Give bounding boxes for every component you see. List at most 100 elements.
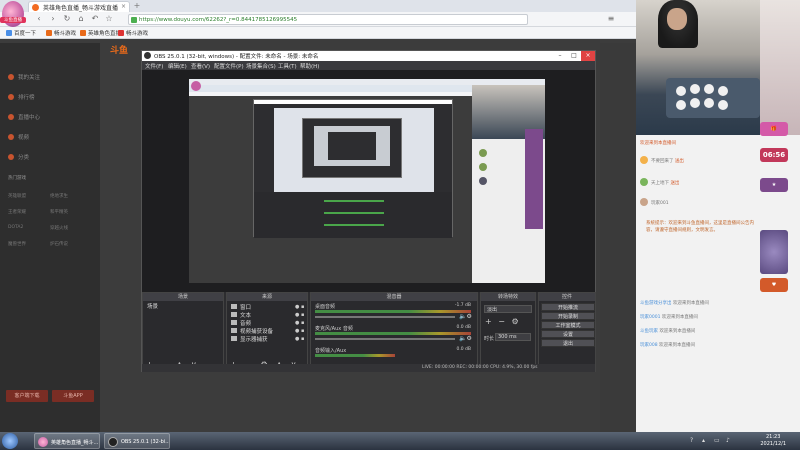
site-logo[interactable]: 斗鱼 [110, 43, 138, 56]
sidebar-item-rank[interactable]: 排行榜 [8, 93, 35, 101]
sidebar-game[interactable]: DOTA2 [8, 225, 23, 230]
chat-user-row[interactable]: 玩家001 [640, 198, 669, 206]
sidebar-game[interactable]: 王者荣耀 [8, 209, 26, 215]
user-avatar [640, 198, 648, 206]
obs-preview[interactable] [142, 70, 595, 292]
menu-help[interactable]: 帮助(H) [300, 62, 319, 70]
home-icon[interactable]: ⌂ [76, 14, 86, 24]
bookmark-item[interactable]: 英雄角色直播 [80, 29, 121, 37]
gift-shield-icon[interactable] [760, 230, 788, 274]
webcam-side [760, 0, 800, 135]
secure-lock-icon [131, 17, 137, 23]
gift-badge[interactable]: ♥ [760, 278, 788, 292]
scene-item[interactable]: 场景 [147, 302, 158, 310]
menu-tools[interactable]: 工具(T) [278, 62, 297, 70]
chat-message: 玩家0001 欢迎来到本直播间 [640, 315, 698, 320]
user-avatar [640, 178, 648, 186]
obs-title-text: OBS 25.0.1 (32-bit, windows) - 配置文件: 未命名… [154, 54, 319, 60]
sidebar-game[interactable]: 穿越火线 [50, 225, 68, 231]
obs-menubar: 文件(F) 编辑(E) 查看(V) 配置文件(P) 场景集合(S) 工具(T) … [142, 61, 595, 70]
maximize-icon[interactable]: □ [567, 51, 581, 61]
speaker-icon[interactable]: 🔈⚙ [459, 335, 472, 342]
source-item[interactable]: 音频 [231, 319, 251, 327]
sidebar-item-category[interactable]: 分类 [8, 153, 29, 161]
transition-add-remove[interactable]: + − ⚙ [485, 317, 521, 326]
app-download-button[interactable]: 斗鱼APP [52, 390, 94, 402]
audio-meter [315, 332, 471, 335]
scenes-header: 场景 [143, 293, 223, 301]
back-icon[interactable]: ‹ [34, 14, 44, 24]
menu-scene-collection[interactable]: 场景集合(S) [246, 62, 276, 70]
bookmark-item[interactable]: 百度一下 [6, 29, 36, 37]
menu-view[interactable]: 查看(V) [191, 62, 210, 70]
sidebar-game[interactable]: 绝地求生 [50, 193, 68, 199]
minimize-icon[interactable]: – [553, 51, 567, 61]
taskbar-app-obs[interactable]: OBS 25.0.1 (32-bi... [104, 433, 170, 449]
start-button[interactable] [2, 433, 18, 449]
forward-icon[interactable]: › [48, 14, 58, 24]
source-item[interactable]: 显示器捕获 [231, 335, 268, 343]
settings-button[interactable]: 设置 [541, 330, 595, 338]
network-icon[interactable]: ▭ [714, 437, 721, 444]
start-streaming-button[interactable]: 开始推流 [541, 303, 595, 311]
undo-icon[interactable]: ↶ [90, 14, 100, 24]
star-icon[interactable]: ☆ [104, 14, 114, 24]
browser-tab[interactable]: 英雄角色直播_畅斗游戏直播 × [28, 1, 130, 12]
new-tab-button[interactable]: + [132, 1, 142, 11]
sidebar-game[interactable]: 英雄联盟 [8, 193, 26, 199]
source-item[interactable]: 文本 [231, 311, 251, 319]
duration-label: 时长 [484, 336, 495, 342]
sources-header: 来源 [227, 293, 307, 301]
bookmark-item[interactable]: 畅斗游戏 [118, 29, 148, 37]
arrow-up-icon[interactable]: ▴ [702, 437, 709, 444]
controls-dock: 控件 开始推流 开始录制 工作室模式 设置 退出 [538, 292, 596, 372]
sidebar-game[interactable]: 炉石传说 [50, 241, 68, 247]
close-tab-icon[interactable]: × [121, 3, 126, 10]
studio-mode-button[interactable]: 工作室模式 [541, 321, 595, 329]
transition-select[interactable]: 淡出 [484, 305, 532, 313]
speaker-icon[interactable]: 🔈⚙ [459, 313, 472, 320]
client-download-button[interactable]: 客户端下载 [6, 390, 48, 402]
preview-canvas [189, 79, 545, 283]
chat-user-row[interactable]: 天上地下 送出 [640, 178, 679, 186]
chat-user-row[interactable]: 不要回来了 送出 [640, 156, 684, 164]
bookmark-item[interactable]: 畅斗游戏 [46, 29, 76, 37]
chat-message: 斗鱼游戏分享出 欢迎来到本直播间 [640, 301, 709, 306]
sidebar-game[interactable]: 和平精英 [50, 209, 68, 215]
menu-edit[interactable]: 编辑(E) [168, 62, 187, 70]
sidebar-game[interactable]: 魔兽世界 [8, 241, 26, 247]
volume-slider[interactable] [315, 316, 455, 318]
chat-message: 斗鱼玩家 欢迎来到本直播间 [640, 329, 696, 334]
visibility-lock-icons[interactable]: ● ▪ ● ▪ ● ▪ ● ▪ ● ▪ [295, 303, 304, 343]
webcam-overlay [636, 0, 760, 135]
taskbar-app-browser[interactable]: 英雄角色直播_畅斗... [34, 433, 100, 449]
clock-time: 21:23 [765, 434, 781, 440]
address-bar[interactable]: https://www.douyu.com/62262?_r=0.8441785… [128, 14, 528, 25]
help-icon[interactable]: ? [690, 437, 697, 444]
douyu-badge-icon[interactable]: 斗鱼直播 [0, 1, 26, 27]
gift-badge[interactable]: ★ [760, 178, 788, 192]
mixer-db: 0.0 dB [456, 325, 471, 330]
user-avatar [640, 156, 648, 164]
duration-input[interactable]: 300 ms [495, 333, 531, 341]
arcade-stick [666, 78, 760, 118]
volume-slider[interactable] [315, 338, 455, 340]
taskbar-clock[interactable]: 21:23 2021/12/1 [760, 434, 786, 448]
menu-icon[interactable]: ≡ [606, 14, 616, 24]
sidebar-item-video[interactable]: 视频 [8, 133, 29, 141]
sidebar-item-live[interactable]: 直播中心 [8, 113, 40, 121]
exit-button[interactable]: 退出 [541, 339, 595, 347]
close-icon[interactable]: × [581, 51, 595, 61]
sidebar-section-title: 热门游戏 [8, 176, 26, 181]
menu-file[interactable]: 文件(F) [145, 62, 163, 70]
source-item[interactable]: 视频捕获设备 [231, 327, 273, 335]
start-recording-button[interactable]: 开始录制 [541, 312, 595, 320]
gift-badge[interactable]: 🎁 [760, 122, 788, 136]
tab-label: 英雄角色直播_畅斗游戏直播 [43, 5, 119, 12]
sidebar-item-follow[interactable]: 我的关注 [8, 73, 40, 81]
address-text: https://www.douyu.com/62262?_r=0.8441785… [139, 17, 298, 23]
volume-icon[interactable]: ♪ [726, 437, 733, 444]
source-item[interactable]: 窗口 [231, 303, 251, 311]
refresh-icon[interactable]: ↻ [62, 14, 72, 24]
menu-profile[interactable]: 配置文件(P) [214, 62, 244, 70]
